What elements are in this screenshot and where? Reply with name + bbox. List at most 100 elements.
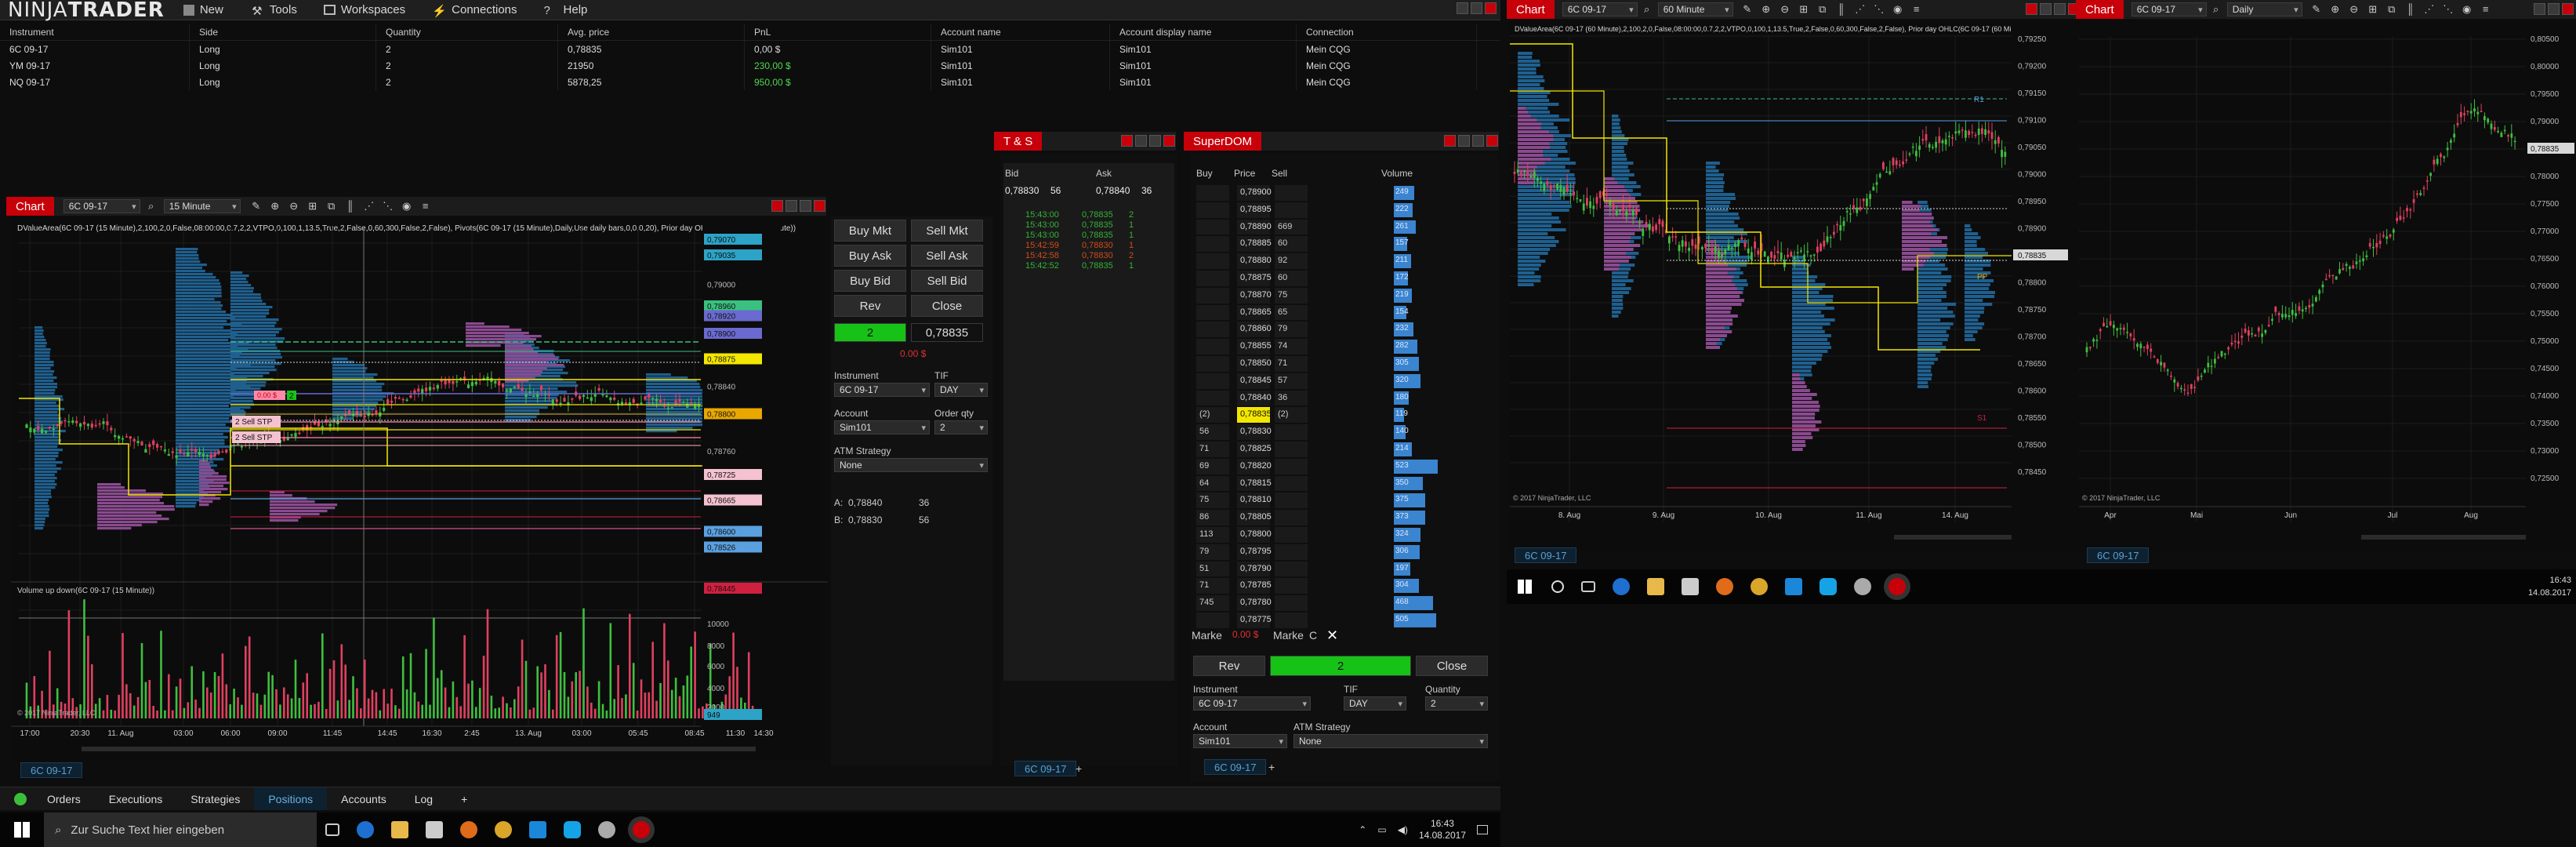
menu-connections[interactable]: ⚡ Connections	[423, 0, 534, 20]
column-header[interactable]: Quantity	[376, 24, 558, 40]
tab-accounts[interactable]: Accounts	[327, 787, 401, 810]
tab-executions[interactable]: Executions	[95, 787, 176, 810]
indicators-icon[interactable]: ⋰	[2423, 3, 2436, 16]
chart1-tab[interactable]: Chart	[6, 197, 54, 216]
chart1-float[interactable]	[771, 200, 783, 212]
properties-icon[interactable]: ◉	[401, 200, 413, 213]
zoom-in-icon[interactable]: ⊕	[269, 200, 281, 213]
strategies-icon[interactable]: ⋱	[2442, 3, 2454, 16]
sell-cell-bg[interactable]	[1275, 493, 1308, 509]
buy-cell-bg[interactable]	[1196, 613, 1229, 628]
h-scrollbar[interactable]	[2361, 535, 2526, 540]
tab-positions[interactable]: Positions	[254, 787, 328, 810]
superdom-close-button[interactable]: Close	[1416, 656, 1488, 676]
windows-start-icon[interactable]	[14, 822, 30, 838]
superdom-tab[interactable]: SuperDOM	[1184, 132, 1262, 151]
buy-cell-bg[interactable]	[1196, 287, 1229, 304]
app-icon[interactable]	[1785, 578, 1802, 595]
maximize-button[interactable]	[1471, 2, 1482, 14]
ts-max[interactable]	[1149, 135, 1161, 147]
edge-icon[interactable]	[1613, 578, 1630, 595]
skype-icon[interactable]	[1820, 578, 1837, 595]
chart-trader-sell-mkt-button[interactable]: Sell Mkt	[911, 220, 983, 242]
column-header[interactable]: PnL	[745, 24, 931, 40]
draw-pen-icon[interactable]: ✎	[2310, 3, 2323, 16]
properties-icon[interactable]: ◉	[1892, 3, 1904, 16]
snapshot-icon[interactable]: ⧉	[325, 200, 338, 213]
skype-icon[interactable]	[564, 821, 581, 838]
task-view-icon[interactable]	[1581, 581, 1595, 592]
chart3-min[interactable]	[2534, 3, 2545, 15]
chrome-icon[interactable]	[495, 821, 512, 838]
buy-cell-bg[interactable]	[1196, 356, 1229, 372]
trader-instrument-select[interactable]: 6C 09-17	[834, 383, 930, 397]
sell-cell-bg[interactable]	[1275, 185, 1308, 201]
buy-cell-bg[interactable]	[1196, 373, 1229, 389]
sdom-close[interactable]	[1486, 135, 1498, 147]
volume-icon[interactable]: ◀)	[1398, 824, 1408, 835]
chart1-close[interactable]	[814, 200, 825, 212]
column-header[interactable]: Side	[190, 24, 376, 40]
table-row[interactable]: NQ 09-17 Long 2 5878,25 950,00 $ Sim101 Sim101…	[0, 74, 1500, 90]
menu-tools[interactable]: ⚒ Tools	[241, 0, 314, 20]
chart-type-icon[interactable]: ║	[344, 200, 357, 213]
add-tab-button[interactable]: +	[447, 787, 481, 810]
zoom-in-icon[interactable]: ⊕	[2329, 3, 2342, 16]
search-icon[interactable]: ⌕	[2210, 3, 2222, 16]
chart2-float[interactable]	[2026, 3, 2037, 15]
chart1-canvas[interactable]: DValueArea(6C 09-17 (15 Minute),2,100,2,…	[11, 216, 828, 761]
column-header[interactable]: Avg. price	[558, 24, 745, 40]
sell-cell-bg[interactable]	[1275, 510, 1308, 525]
column-header[interactable]: Account name	[931, 24, 1110, 40]
explorer-icon[interactable]	[391, 821, 408, 838]
zoom-out-icon[interactable]: ⊖	[2348, 3, 2360, 16]
buy-cell-bg[interactable]	[1196, 236, 1229, 253]
superdom-rev-button[interactable]: Rev	[1193, 656, 1265, 676]
chart1-instrument-tab[interactable]: 6C 09-17	[20, 762, 83, 778]
sell-cell-bg[interactable]	[1275, 595, 1308, 611]
chart3-tab[interactable]: Chart	[2076, 0, 2124, 19]
draw-pen-icon[interactable]: ✎	[1741, 3, 1754, 16]
crosshair-icon[interactable]: ⊞	[1798, 3, 1810, 16]
chart2-instrument-tab[interactable]: 6C 09-17	[1515, 547, 1577, 563]
indicators-icon[interactable]: ⋰	[1854, 3, 1867, 16]
chart2-max[interactable]	[2054, 3, 2066, 15]
chart3-interval-select[interactable]: Daily	[2226, 2, 2302, 16]
chart1-min[interactable]	[785, 200, 797, 212]
sell-cell-bg[interactable]	[1275, 475, 1308, 492]
chart-trader-close-button[interactable]: Close	[911, 295, 983, 317]
sell-cell-bg[interactable]	[1275, 527, 1308, 543]
table-row[interactable]: 6C 09-17 Long 2 0,78835 0,00 $ Sim101 Sim101 Me…	[0, 41, 1500, 57]
chart-trader-sell-ask-button[interactable]: Sell Ask	[911, 245, 983, 267]
sell-cell-bg[interactable]	[1275, 578, 1308, 594]
close-button[interactable]	[1485, 2, 1497, 14]
superdom-account-select[interactable]: Sim101	[1193, 734, 1287, 748]
sell-cell-bg[interactable]	[1275, 424, 1308, 440]
buy-cell-bg[interactable]	[1196, 339, 1229, 354]
trader-qty2-select[interactable]: 2	[934, 420, 988, 434]
menu-help[interactable]: ? Help	[535, 0, 605, 20]
draw-pen-icon[interactable]: ✎	[250, 200, 263, 213]
ts-instrument-tab[interactable]: 6C 09-17	[1014, 761, 1077, 776]
superdom-tif-select[interactable]: DAY	[1344, 696, 1406, 711]
tray-up-icon[interactable]: ⌃	[1359, 824, 1366, 835]
app2-icon[interactable]	[1854, 578, 1871, 595]
buy-cell-bg[interactable]	[1196, 271, 1229, 286]
crosshair-icon[interactable]: ⊞	[2367, 3, 2379, 16]
indicators-icon[interactable]: ⋰	[363, 200, 376, 213]
menu-new[interactable]: New	[174, 0, 241, 20]
notification-icon[interactable]	[1477, 825, 1488, 834]
superdom-instrument-tab[interactable]: 6C 09-17	[1204, 759, 1267, 775]
buy-cell-bg[interactable]	[1196, 202, 1229, 218]
snapshot-icon[interactable]: ⧉	[1816, 3, 1829, 16]
sdom-min[interactable]	[1458, 135, 1470, 147]
list-icon[interactable]: ≡	[2480, 3, 2492, 16]
chart-type-icon[interactable]: ║	[2404, 3, 2417, 16]
chart1-instrument-select[interactable]: 6C 09-17	[63, 199, 140, 213]
chart-trader-buy-mkt-button[interactable]: Buy Mkt	[834, 220, 906, 242]
sell-cell-bg[interactable]	[1275, 442, 1308, 457]
buy-cell-bg[interactable]	[1196, 219, 1229, 235]
explorer-icon[interactable]	[1647, 578, 1664, 595]
chart-trader-sell-bid-button[interactable]: Sell Bid	[911, 270, 983, 292]
chart3-instrument-select[interactable]: 6C 09-17	[2131, 2, 2207, 16]
